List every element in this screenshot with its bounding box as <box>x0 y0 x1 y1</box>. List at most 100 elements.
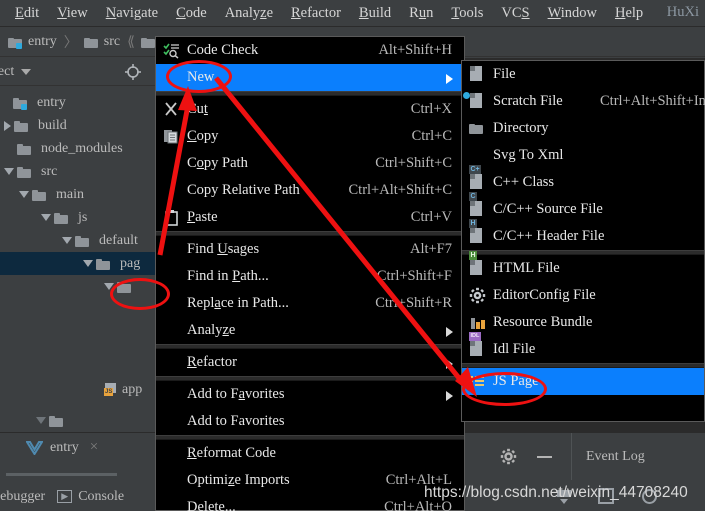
submenu-item-file[interactable]: File <box>462 61 704 88</box>
submenu-item-accelerator: Ctrl+Alt+Shift+Ins <box>600 93 705 109</box>
submenu-item-idl-file[interactable]: IDL Idl File <box>462 332 704 363</box>
submenu-item-scratch-file[interactable]: Scratch File Ctrl+Alt+Shift+Ins <box>462 88 705 115</box>
menu-build[interactable]: Build <box>350 2 400 24</box>
menu-item-analyze[interactable]: Analyze <box>156 317 464 344</box>
folder-icon <box>17 166 32 178</box>
menu-edit[interactable]: Edit <box>6 2 48 24</box>
menu-window[interactable]: Window <box>539 2 606 24</box>
breadcrumb-item-entry[interactable]: entry <box>8 34 57 50</box>
tree-row[interactable]: main <box>0 183 155 206</box>
menu-item-cut[interactable]: Cut Ctrl+X <box>156 96 464 123</box>
menu-run[interactable]: Run <box>400 2 442 24</box>
tree-item-label: build <box>38 117 67 133</box>
menu-item-label: Find in Path... <box>187 268 269 284</box>
menu-tools[interactable]: Tools <box>442 2 492 24</box>
submenu-item-cpp-class[interactable]: C+ C++ Class <box>462 165 704 196</box>
chevron-down-icon[interactable] <box>21 68 32 75</box>
status-debugger[interactable]: Debugger <box>0 489 45 505</box>
gear-icon[interactable] <box>500 448 517 465</box>
close-icon[interactable]: × <box>90 439 98 456</box>
tree-row-file[interactable]: app <box>0 378 155 401</box>
twisty-icon[interactable] <box>4 168 14 175</box>
submenu-item-resource-bundle[interactable]: Resource Bundle <box>462 309 704 336</box>
twisty-icon[interactable] <box>62 237 72 244</box>
menu-item-copy-path[interactable]: Copy Path Ctrl+Shift+C <box>156 150 464 177</box>
menu-item-find-usages[interactable]: Find Usages Alt+F7 <box>156 236 464 263</box>
twisty-icon[interactable] <box>41 214 51 221</box>
submenu-item-label: C/C++ Header File <box>493 228 605 244</box>
menu-code[interactable]: Code <box>167 2 216 24</box>
chevron-right-icon <box>446 74 453 84</box>
submenu-item-svg-to-xml[interactable]: Svg To Xml <box>462 142 704 169</box>
menu-item-copy[interactable]: Copy Ctrl+C <box>156 123 464 150</box>
play-console-icon[interactable]: ▶ <box>57 490 73 503</box>
menu-refactor[interactable]: Refactor <box>282 2 350 24</box>
menu-item-copy-relative-path[interactable]: Copy Relative Path Ctrl+Alt+Shift+C <box>156 177 464 204</box>
menu-item-label: Add to Favorites <box>187 413 285 429</box>
ellipse-new-menu-item <box>166 60 232 93</box>
menu-vcs[interactable]: VCS <box>492 2 538 24</box>
tab-entry[interactable]: entry × <box>0 433 155 460</box>
menu-item-optimize-imports[interactable]: Optimize Imports Ctrl+Alt+L <box>156 467 464 494</box>
c-header-icon: H <box>469 219 486 245</box>
submenu-item-directory[interactable]: Directory <box>462 115 704 142</box>
tree-row[interactable]: src <box>0 160 155 183</box>
minus-icon[interactable] <box>537 455 552 458</box>
project-panel-title: ject <box>0 63 15 79</box>
twisty-icon[interactable] <box>19 191 29 198</box>
menu-navigate[interactable]: Navigate <box>97 2 167 24</box>
tree-row[interactable]: entry <box>0 91 155 114</box>
submenu-item-label: Scratch File <box>493 93 563 109</box>
menu-item-label: Optimize Imports <box>187 472 290 488</box>
chevron-right-icon <box>446 359 453 369</box>
menu-help-label: elp <box>625 5 644 21</box>
menu-item-show-image-thumbnails[interactable]: Add to Favorites <box>156 408 464 435</box>
menu-item-delete[interactable]: Delete... Ctrl+Alt+O <box>156 494 464 511</box>
tree-row[interactable]: js <box>0 206 155 229</box>
clipboard-icon <box>163 209 180 226</box>
user-label: HuXi <box>666 4 699 20</box>
breadcrumb-entry-label: entry <box>28 34 57 49</box>
menu-item-accelerator: Ctrl+Shift+F <box>376 268 452 284</box>
menu-item-replace-in-path[interactable]: Replace in Path... Ctrl+Shift+R <box>156 290 464 317</box>
menu-item-label: Replace in Path... <box>187 295 289 311</box>
twisty-icon[interactable] <box>36 417 46 424</box>
menu-item-refactor[interactable]: Refactor <box>156 349 464 376</box>
submenu-item-label: Resource Bundle <box>493 314 593 330</box>
submenu-item-editorconfig-file[interactable]: EditorConfig File <box>462 282 704 309</box>
context-menu: Code Check Alt+Shift+H New Cut Ctrl+X Co… <box>155 36 465 511</box>
menu-item-accelerator: Ctrl+X <box>410 101 452 117</box>
twisty-icon[interactable] <box>83 260 93 267</box>
twisty-icon[interactable] <box>4 120 11 131</box>
watermark: https://blog.csdn.net/weixin_44708240 <box>424 484 688 501</box>
submenu-item-html-file[interactable]: H HTML File <box>462 251 704 282</box>
status-bar-left: Debugger ▶ Console <box>0 482 155 511</box>
menu-help[interactable]: Help <box>606 2 652 24</box>
menu-item-label: Add to Favorites <box>187 386 285 402</box>
menu-item-reformat-code[interactable]: Reformat Code <box>156 440 464 467</box>
menu-item-find-in-path[interactable]: Find in Path... Ctrl+Shift+F <box>156 263 464 290</box>
event-log-button[interactable]: Event Log <box>586 449 645 465</box>
vue-triangle-icon <box>25 440 44 456</box>
breadcrumb-item-src[interactable]: src <box>83 34 120 50</box>
submenu-item-c-header-file[interactable]: H C/C++ Header File <box>462 219 704 250</box>
tree-row-selected[interactable]: pag <box>0 252 155 275</box>
tree-row[interactable]: default <box>0 229 155 252</box>
menu-view[interactable]: View <box>48 2 97 24</box>
new-submenu: File Scratch File Ctrl+Alt+Shift+Ins Dir… <box>461 60 705 422</box>
menu-item-label: Cut <box>187 101 208 117</box>
menu-item-paste[interactable]: Paste Ctrl+V <box>156 204 464 231</box>
tree-row[interactable]: build <box>0 114 155 137</box>
tree-row[interactable]: node_modules <box>0 137 155 160</box>
tree-row-partial[interactable] <box>0 409 155 432</box>
menu-analyze-label: Analy <box>224 5 261 21</box>
code-check-icon <box>163 42 180 59</box>
status-console-label[interactable]: Console <box>78 489 124 505</box>
menu-item-label: Copy Path <box>187 155 248 171</box>
submenu-item-c-source-file[interactable]: C C/C++ Source File <box>462 192 704 223</box>
crosshair-target-icon[interactable] <box>125 64 141 80</box>
menu-item-add-to-favorites[interactable]: Add to Favorites <box>156 381 464 408</box>
submenu-item-label: C++ Class <box>493 174 555 190</box>
menu-analyze[interactable]: Analyze <box>216 2 282 24</box>
menu-item-label: Copy Relative Path <box>187 182 300 198</box>
